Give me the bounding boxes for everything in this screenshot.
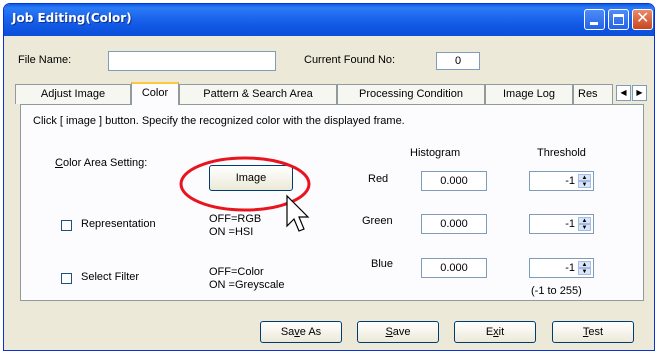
green-histogram-value: 0.000 (421, 214, 487, 234)
triangle-right-icon: ▶ (636, 88, 643, 97)
tab-image-log[interactable]: Image Log (485, 84, 573, 104)
save-as-button[interactable]: Save As (260, 321, 342, 343)
select-filter-hint-line1: OFF=Color (209, 266, 264, 278)
blue-threshold-value: -1 (565, 262, 575, 274)
representation-checkbox[interactable] (61, 220, 72, 231)
tab-scroll-left-button[interactable]: ◀ (616, 85, 631, 101)
red-histogram-value: 0.000 (421, 171, 487, 191)
histogram-header: Histogram (410, 147, 461, 159)
triangle-left-icon: ◀ (620, 88, 627, 97)
spinner-arrows-icon[interactable]: ▲ ▼ (578, 174, 591, 188)
close-button[interactable]: ✕ (632, 8, 653, 30)
file-name-label: File Name: (18, 54, 72, 66)
representation-label: Representation (81, 218, 156, 230)
close-icon: ✕ (636, 8, 650, 27)
test-button[interactable]: Test (552, 321, 634, 343)
minimize-button[interactable] (584, 9, 605, 30)
exit-button[interactable]: Exit (454, 321, 536, 343)
threshold-range-note: (-1 to 255) (531, 285, 582, 297)
tab-pattern-search-area[interactable]: Pattern & Search Area (179, 84, 337, 104)
green-threshold-spinner[interactable]: -1 ▲ ▼ (529, 214, 594, 234)
title-bar[interactable]: Job Editing(Color) ✕ (4, 4, 654, 36)
current-found-value: 0 (436, 52, 480, 70)
red-threshold-value: -1 (565, 175, 575, 187)
file-name-field[interactable] (108, 51, 276, 71)
select-filter-label: Select Filter (81, 271, 140, 283)
tab-adjust-image[interactable]: Adjust Image (15, 84, 131, 104)
save-button[interactable]: Save (357, 321, 439, 343)
color-area-setting-label: Color Area Setting: (55, 157, 148, 169)
tab-color[interactable]: Color (131, 82, 179, 105)
tab-processing-condition[interactable]: Processing Condition (337, 84, 485, 104)
instruction-text: Click [ image ] button. Specify the reco… (33, 115, 405, 127)
spinner-arrows-icon[interactable]: ▲ ▼ (578, 217, 591, 231)
green-threshold-value: -1 (565, 218, 575, 230)
spinner-arrows-icon[interactable]: ▲ ▼ (578, 261, 591, 275)
image-button[interactable]: Image (209, 165, 293, 191)
window-title: Job Editing(Color) (12, 11, 132, 25)
maximize-button[interactable] (608, 9, 629, 30)
minimize-icon (590, 22, 598, 25)
blue-label: Blue (371, 258, 394, 270)
tab-scroll-right-button[interactable]: ▶ (632, 85, 647, 101)
red-threshold-spinner[interactable]: -1 ▲ ▼ (529, 171, 594, 191)
maximize-icon (613, 14, 624, 25)
blue-histogram-value: 0.000 (421, 258, 487, 278)
tab-res[interactable]: Res (573, 84, 613, 104)
current-found-label: Current Found No: (304, 54, 396, 66)
select-filter-checkbox[interactable] (61, 273, 72, 284)
green-label: Green (362, 215, 393, 227)
threshold-header: Threshold (537, 147, 586, 159)
blue-threshold-spinner[interactable]: -1 ▲ ▼ (529, 258, 594, 278)
job-editing-window: Job Editing(Color) ✕ File Name: Current … (3, 3, 655, 351)
red-label: Red (368, 173, 389, 185)
representation-hint-line2: ON =HSI (209, 226, 254, 238)
color-tab-panel: Click [ image ] button. Specify the reco… (20, 104, 644, 301)
representation-hint-line1: OFF=RGB (209, 213, 262, 225)
select-filter-hint-line2: ON =Greyscale (209, 279, 285, 291)
